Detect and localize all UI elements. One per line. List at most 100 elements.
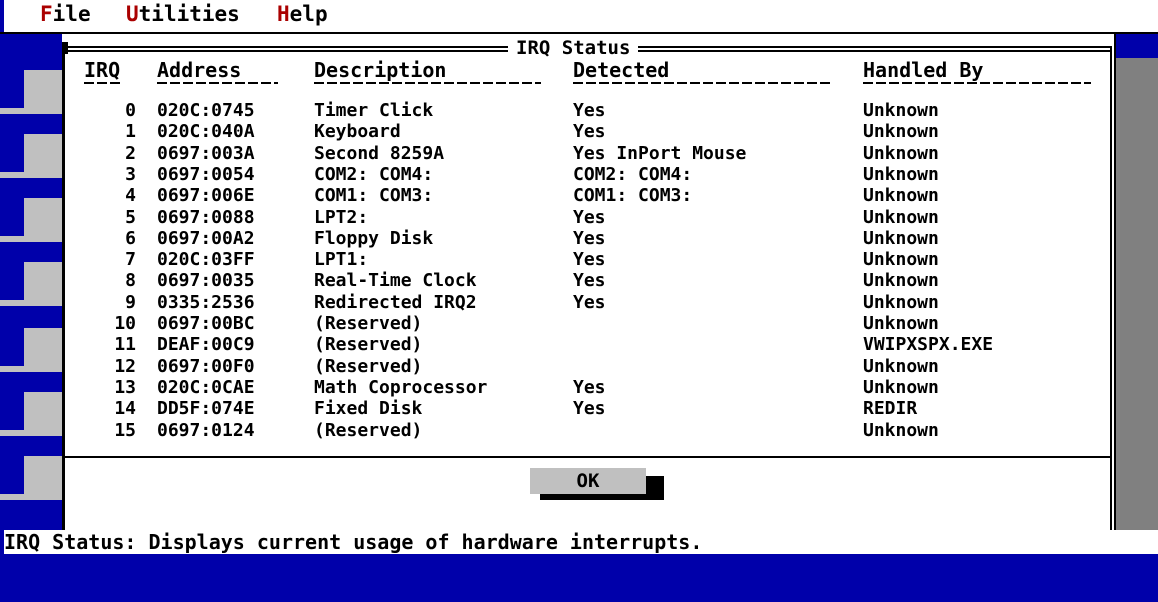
description-cell: (Reserved) [314, 419, 423, 441]
menu-utilities[interactable]: Utilities [126, 2, 240, 26]
ok-button[interactable]: OK [530, 468, 646, 494]
description-cell: (Reserved) [314, 355, 423, 377]
irq-number: 14 [114, 398, 136, 420]
address-cell: DD5F:074E [157, 398, 255, 420]
detected-cell: Yes [573, 291, 606, 313]
address-cell: 0697:0035 [157, 270, 255, 292]
detected-cell: Yes InPort Mouse [573, 142, 747, 164]
menu-help[interactable]: Help [277, 2, 328, 26]
handled-by-cell: Unknown [863, 249, 939, 271]
dialog-title: IRQ Status [508, 36, 639, 60]
background-window-icon [0, 198, 62, 242]
address-cell: 020C:03FF [157, 249, 255, 271]
dialog-close-box[interactable] [62, 42, 68, 54]
column-underline [863, 82, 1091, 84]
address-cell: DEAF:00C9 [157, 334, 255, 356]
detected-cell: Yes [573, 121, 606, 143]
detected-cell: Yes [573, 206, 606, 228]
column-underline [314, 82, 541, 84]
handled-by-cell: Unknown [863, 206, 939, 228]
address-cell: 020C:0CAE [157, 376, 255, 398]
detected-cell: Yes [573, 249, 606, 271]
table-row: 13 020C:0CAE Math Coprocessor Yes Unknown [62, 377, 1102, 399]
handled-by-cell: Unknown [863, 100, 939, 121]
irq-number: 3 [125, 163, 136, 185]
table-row: 9 0335:2536 Redirected IRQ2 Yes Unknown [62, 292, 1102, 314]
background-window-icon [0, 392, 62, 436]
table-row: 7 020C:03FF LPT1: Yes Unknown [62, 249, 1102, 271]
table-row: 8 0697:0035 Real-Time Clock Yes Unknown [62, 270, 1102, 292]
dialog-separator [65, 456, 1110, 458]
irq-number: 9 [125, 291, 136, 313]
table-row: 12 0697:00F0 (Reserved) Unknown [62, 356, 1102, 378]
handled-by-cell: Unknown [863, 227, 939, 249]
detected-cell: Yes [573, 398, 606, 420]
address-cell: 020C:040A [157, 121, 255, 143]
description-cell: Math Coprocessor [314, 376, 488, 398]
description-cell: Redirected IRQ2 [314, 291, 477, 313]
irq-number: 11 [114, 334, 136, 356]
table-row: 4 0697:006E COM1: COM3: COM1: COM3: Unknown [62, 185, 1102, 207]
menu-file-hotkey: F [40, 2, 53, 26]
menu-help-hotkey: H [277, 2, 290, 26]
column-header-description: Description [314, 58, 447, 82]
menu-file[interactable]: File [40, 2, 91, 26]
background-window-icon [0, 134, 62, 178]
background-right-strip [1116, 38, 1158, 530]
table-row: 10 0697:00BC (Reserved) Unknown [62, 313, 1102, 335]
address-cell: 0697:0054 [157, 163, 255, 185]
table-row: 0 020C:0745 Timer Click Yes Unknown [62, 100, 1102, 122]
status-text: IRQ Status: Displays current usage of ha… [4, 530, 703, 554]
description-cell: LPT2: [314, 206, 369, 228]
irq-number: 6 [125, 227, 136, 249]
background-left-strip [0, 34, 62, 530]
table-row: 6 0697:00A2 Floppy Disk Yes Unknown [62, 228, 1102, 250]
irq-number: 15 [114, 419, 136, 441]
description-cell: (Reserved) [314, 313, 423, 334]
menu-utilities-label: tilities [138, 2, 240, 26]
handled-by-cell: Unknown [863, 376, 939, 398]
irq-number: 8 [125, 270, 136, 292]
dialog-frame [1110, 46, 1112, 530]
background-window-icon [0, 456, 62, 500]
address-cell: 0335:2536 [157, 291, 255, 313]
menu-file-label: ile [52, 2, 91, 26]
irq-number: 5 [125, 206, 136, 228]
irq-number: 10 [114, 313, 136, 334]
menu-utilities-hotkey: U [126, 2, 139, 26]
background-window-icon [0, 262, 62, 306]
address-cell: 0697:00BC [157, 313, 255, 334]
column-header-irq: IRQ [84, 58, 121, 82]
detected-cell: Yes [573, 100, 606, 121]
description-cell: Fixed Disk [314, 398, 423, 420]
description-cell: COM2: COM4: [314, 163, 434, 185]
description-cell: (Reserved) [314, 334, 423, 356]
detected-cell: Yes [573, 376, 606, 398]
scrollbar-track[interactable] [1116, 58, 1158, 530]
irq-number: 1 [125, 121, 136, 143]
address-cell: 0697:00A2 [157, 227, 255, 249]
column-underline [573, 82, 830, 84]
menu-help-label: elp [289, 2, 328, 26]
background-window-icon [0, 70, 62, 114]
description-cell: COM1: COM3: [314, 185, 434, 207]
address-cell: 0697:0088 [157, 206, 255, 228]
status-bar: IRQ Status: Displays current usage of ha… [0, 530, 1158, 554]
description-cell: Keyboard [314, 121, 401, 143]
column-header-detected: Detected [573, 58, 670, 82]
table-row: 2 0697:003A Second 8259A Yes InPort Mouse Un… [62, 143, 1102, 165]
address-cell: 0697:006E [157, 185, 255, 207]
handled-by-cell: Unknown [863, 313, 939, 334]
handled-by-cell: Unknown [863, 291, 939, 313]
handled-by-cell: Unknown [863, 163, 939, 185]
handled-by-cell: Unknown [863, 121, 939, 143]
table-row: 3 0697:0054 COM2: COM4: COM2: COM4: Unknown [62, 164, 1102, 186]
irq-number: 12 [114, 355, 136, 377]
handled-by-cell: Unknown [863, 270, 939, 292]
detected-cell: COM1: COM3: [573, 185, 693, 207]
address-cell: 0697:003A [157, 142, 255, 164]
description-cell: LPT1: [314, 249, 369, 271]
handled-by-cell: Unknown [863, 185, 939, 207]
description-cell: Floppy Disk [314, 227, 434, 249]
table-row: 1 020C:040A Keyboard Yes Unknown [62, 121, 1102, 143]
